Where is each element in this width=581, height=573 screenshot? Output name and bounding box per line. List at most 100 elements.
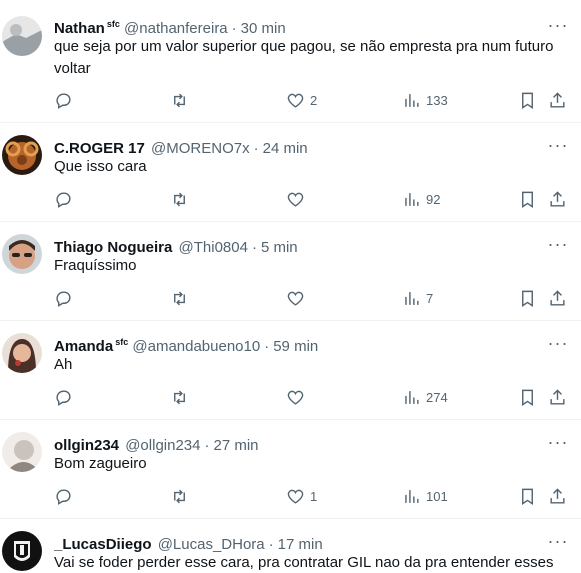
reply-item[interactable]: ollgin234 @ollgin234 · 27 min ··· Bom zagu… (0, 420, 581, 519)
like-button[interactable] (286, 288, 310, 308)
reply-item[interactable]: Thiago Nogueira @Thi0804 · 5 min ··· Fraqu… (0, 222, 581, 321)
share-button[interactable] (548, 486, 567, 506)
action-bar: 1 101 (54, 486, 573, 508)
bookmark-button[interactable] (518, 387, 537, 407)
timestamp[interactable]: 59 min (273, 338, 318, 355)
display-name[interactable]: ollgin234 (54, 437, 119, 454)
reply-button[interactable] (54, 90, 73, 110)
views-icon (405, 291, 419, 305)
more-icon[interactable]: ··· (548, 135, 568, 155)
user-handle[interactable]: @Thi0804 (179, 239, 248, 256)
bookmark-button[interactable] (518, 189, 537, 209)
user-handle[interactable]: @MORENO7x (151, 140, 250, 157)
share-icon (550, 388, 565, 405)
retweet-icon (174, 489, 185, 503)
views-icon (405, 390, 419, 404)
user-handle[interactable]: @amandabueno10 (132, 338, 260, 355)
avatar[interactable] (2, 234, 42, 274)
view-count: 92 (426, 191, 441, 207)
avatar-image (2, 333, 42, 373)
reply-item[interactable]: Nathan sfc @nathanfereira · 30 min ··· que … (0, 0, 581, 123)
avatar[interactable] (2, 16, 42, 56)
views-button[interactable]: 101 (402, 486, 448, 506)
more-icon[interactable]: ··· (548, 15, 568, 35)
timestamp[interactable]: 27 min (213, 437, 258, 454)
share-button[interactable] (548, 90, 567, 110)
user-handle[interactable]: @ollgin234 (125, 437, 200, 454)
retweet-button[interactable] (170, 486, 189, 506)
timestamp[interactable]: 17 min (278, 536, 323, 553)
share-button[interactable] (548, 288, 567, 308)
more-icon[interactable]: ··· (548, 432, 568, 452)
views-button[interactable]: 92 (402, 189, 440, 209)
reply-button[interactable] (54, 387, 73, 407)
action-bar: 274 (54, 387, 573, 409)
bookmark-button[interactable] (518, 486, 537, 506)
reply-text: Ah (54, 356, 73, 373)
bookmark-icon (522, 488, 533, 505)
separator-dot: · (231, 20, 237, 37)
more-icon[interactable]: ··· (548, 234, 568, 254)
like-count: 1 (310, 488, 318, 504)
retweet-button[interactable] (170, 189, 189, 209)
bookmark-icon (522, 290, 533, 307)
display-name[interactable]: Nathan (54, 20, 105, 37)
avatar-image (2, 135, 42, 175)
display-name[interactable]: C.ROGER 17 (54, 140, 145, 157)
timestamp[interactable]: 30 min (241, 20, 286, 37)
retweet-button[interactable] (170, 90, 189, 110)
more-icon[interactable]: ··· (548, 531, 568, 551)
display-name[interactable]: _LucasDiiego (54, 536, 152, 553)
retweet-button[interactable] (170, 387, 189, 407)
timestamp[interactable]: 5 min (261, 239, 298, 256)
reply-button[interactable] (54, 288, 73, 308)
reply-button[interactable] (54, 486, 73, 506)
share-button[interactable] (548, 189, 567, 209)
view-count: 7 (426, 290, 434, 306)
separator-dot: · (264, 338, 270, 355)
display-name[interactable]: Amanda (54, 338, 113, 355)
like-button[interactable] (286, 387, 310, 407)
more-icon[interactable]: ··· (548, 333, 568, 353)
reply-item[interactable]: Amanda sfc @amandabueno10 · 59 min ··· Ah 2… (0, 321, 581, 420)
reply-icon (56, 191, 71, 208)
avatar-image (2, 16, 42, 56)
retweet-icon (174, 390, 185, 404)
display-name[interactable]: Thiago Nogueira (54, 239, 172, 256)
timestamp[interactable]: 24 min (263, 140, 308, 157)
user-handle[interactable]: @Lucas_DHora (158, 536, 265, 553)
share-button[interactable] (548, 387, 567, 407)
views-button[interactable]: 133 (402, 90, 448, 110)
bookmark-icon (522, 191, 533, 208)
avatar-image (2, 531, 42, 571)
reply-icon (56, 488, 71, 505)
view-count: 101 (426, 488, 448, 504)
separator-dot: · (251, 239, 257, 256)
reply-item[interactable]: _LucasDiiego @Lucas_DHora · 17 min ··· Vai… (0, 519, 581, 573)
reply-text: Que isso cara (54, 158, 147, 175)
like-button[interactable] (286, 189, 310, 209)
replies-feed: Nathan sfc @nathanfereira · 30 min ··· que … (0, 0, 581, 573)
avatar[interactable] (2, 432, 42, 472)
retweet-button[interactable] (170, 288, 189, 308)
view-count: 133 (426, 92, 448, 108)
avatar[interactable] (2, 135, 42, 175)
avatar-image (2, 432, 42, 472)
share-icon (550, 289, 565, 306)
user-handle[interactable]: @nathanfereira (124, 20, 228, 37)
name-badge: sfc (115, 337, 129, 347)
reply-item[interactable]: C.ROGER 17 @MORENO7x · 24 min ··· Que isso… (0, 123, 581, 222)
action-bar: 92 (54, 189, 573, 211)
bookmark-button[interactable] (518, 90, 537, 110)
avatar[interactable] (2, 531, 42, 571)
retweet-icon (174, 192, 185, 206)
like-button[interactable]: 1 (286, 486, 317, 506)
reply-button[interactable] (54, 189, 73, 209)
like-button[interactable]: 2 (286, 90, 317, 110)
views-button[interactable]: 274 (402, 387, 448, 407)
view-count: 274 (426, 389, 448, 405)
views-button[interactable]: 7 (402, 288, 433, 308)
bookmark-icon (522, 92, 533, 109)
avatar[interactable] (2, 333, 42, 373)
bookmark-button[interactable] (518, 288, 537, 308)
